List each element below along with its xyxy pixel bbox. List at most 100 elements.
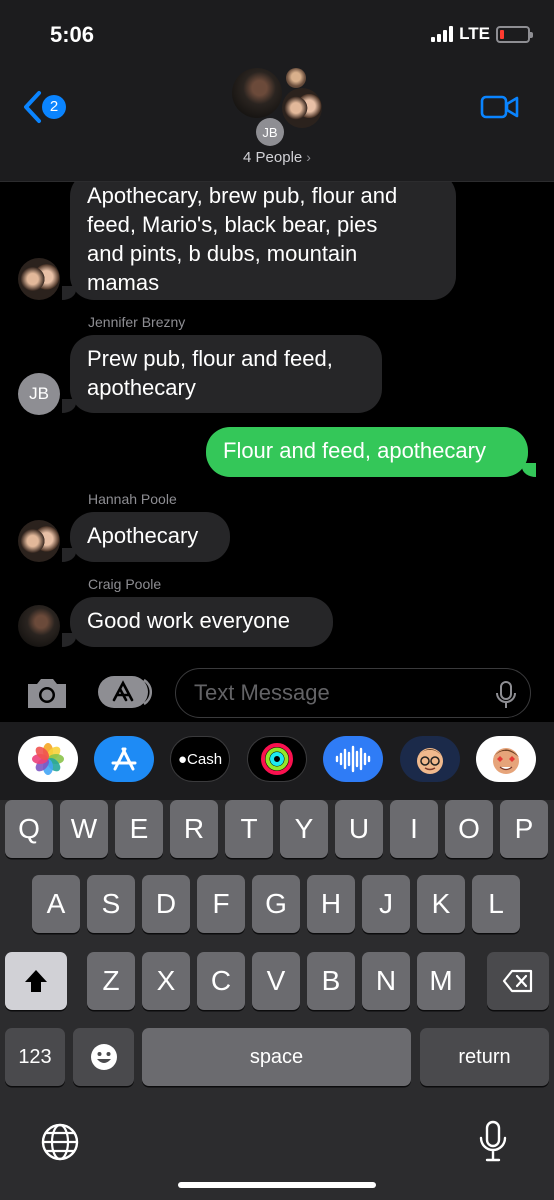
app-store-icon[interactable] xyxy=(94,736,154,782)
dictation-mic-icon[interactable] xyxy=(478,1120,508,1169)
emoji-key[interactable] xyxy=(73,1028,134,1086)
bubble-tail xyxy=(62,286,76,300)
message-line: feed, Mario's, black bear, pies xyxy=(87,212,378,237)
network-type: LTE xyxy=(459,24,490,43)
message-line: Flour and feed, apothecary xyxy=(223,438,486,463)
memoji-stickers-icon[interactable] xyxy=(476,736,536,782)
backspace-icon xyxy=(502,969,533,993)
key-o[interactable]: O xyxy=(445,800,493,858)
key-n[interactable]: N xyxy=(362,952,410,1010)
key-w[interactable]: W xyxy=(60,800,108,858)
avatar[interactable] xyxy=(18,605,60,647)
key-j[interactable]: J xyxy=(362,875,410,933)
key-k[interactable]: K xyxy=(417,875,465,933)
avatar xyxy=(282,88,322,128)
avatar-initials[interactable]: JB xyxy=(18,373,60,415)
avatar-initials: JB xyxy=(256,118,284,146)
home-indicator[interactable] xyxy=(178,1182,376,1188)
conversation-header: 5:06 LTE 2 JB 4 People › xyxy=(0,0,554,182)
shift-key[interactable] xyxy=(5,952,67,1010)
key-f[interactable]: F xyxy=(197,875,245,933)
key-a[interactable]: A xyxy=(32,875,80,933)
apple-cash-label: Cash xyxy=(187,750,223,768)
key-v[interactable]: V xyxy=(252,952,300,1010)
key-q[interactable]: Q xyxy=(5,800,53,858)
bubble-tail xyxy=(62,399,76,413)
battery-icon xyxy=(496,25,533,43)
key-u[interactable]: U xyxy=(335,800,383,858)
photos-icon[interactable] xyxy=(18,736,78,782)
key-e[interactable]: E xyxy=(115,800,163,858)
bubble-tail xyxy=(522,463,536,477)
avatar xyxy=(232,68,282,118)
avatar[interactable] xyxy=(18,258,60,300)
sender-name: Hannah Poole xyxy=(88,491,177,507)
key-b[interactable]: B xyxy=(307,952,355,1010)
key-c[interactable]: C xyxy=(197,952,245,1010)
globe-icon[interactable] xyxy=(40,1122,80,1167)
return-key[interactable]: return xyxy=(420,1028,549,1086)
activity-icon[interactable] xyxy=(247,736,307,782)
key-s[interactable]: S xyxy=(87,875,135,933)
delete-key[interactable] xyxy=(487,952,549,1010)
group-title: 4 People xyxy=(243,149,303,166)
key-h[interactable]: H xyxy=(307,875,355,933)
battery-level xyxy=(500,29,504,39)
message-bubble[interactable]: Apothecary xyxy=(70,512,230,562)
camera-icon xyxy=(28,679,66,708)
key-y[interactable]: Y xyxy=(280,800,328,858)
key-m[interactable]: M xyxy=(417,952,465,1010)
cellular-signal-icon xyxy=(431,26,454,42)
key-g[interactable]: G xyxy=(252,875,300,933)
camera-button[interactable] xyxy=(24,676,70,715)
numbers-key[interactable]: 123 xyxy=(5,1028,65,1086)
message-line: Apothecary xyxy=(87,523,199,548)
message-bubble[interactable]: Good work everyone xyxy=(70,597,333,647)
back-button[interactable]: 2 xyxy=(22,90,66,124)
space-key[interactable]: space xyxy=(142,1028,411,1086)
key-t[interactable]: T xyxy=(225,800,273,858)
message-bubble-outgoing[interactable]: Flour and feed, apothecary xyxy=(206,427,528,477)
chevron-right-icon: › xyxy=(306,149,311,165)
app-store-button[interactable] xyxy=(98,674,153,710)
key-z[interactable]: Z xyxy=(87,952,135,1010)
apple-cash-icon[interactable]: ●Cash xyxy=(170,736,230,782)
app-store-icon xyxy=(98,676,153,708)
message-line: Good work everyone xyxy=(87,608,290,633)
message-line: mamas xyxy=(87,270,160,295)
memoji-icon[interactable] xyxy=(400,736,460,782)
shift-arrow-icon xyxy=(25,970,47,992)
message-input[interactable] xyxy=(194,669,494,716)
unread-badge: 2 xyxy=(42,95,66,119)
message-bubble[interactable]: Apothecary, brew pub, flour and feed, Ma… xyxy=(70,182,456,300)
message-line: and pints, b dubs, mountain xyxy=(87,241,358,266)
message-bubble[interactable]: Prew pub, flour and feed, apothecary xyxy=(70,335,382,413)
chevron-left-icon xyxy=(24,91,41,123)
compose-bar xyxy=(0,662,554,722)
key-i[interactable]: I xyxy=(390,800,438,858)
audio-message-icon[interactable] xyxy=(323,736,383,782)
video-camera-icon xyxy=(480,95,519,119)
keyboard: QWERTYUIOP ASDFGHJKL ZXCVBNM 123 space r… xyxy=(0,800,554,1200)
message-line: Apothecary, brew pub, flour and xyxy=(87,183,398,208)
message-input-field[interactable] xyxy=(175,668,531,718)
sender-name: Craig Poole xyxy=(88,576,162,592)
message-line: Prew pub, flour and feed, xyxy=(87,346,333,371)
key-l[interactable]: L xyxy=(472,875,520,933)
key-d[interactable]: D xyxy=(142,875,190,933)
status-indicators: LTE xyxy=(431,24,533,44)
sender-name: Jennifer Brezny xyxy=(88,314,186,330)
message-list[interactable]: Apothecary, brew pub, flour and feed, Ma… xyxy=(0,182,554,662)
group-title-button[interactable]: 4 People › xyxy=(0,149,554,166)
key-r[interactable]: R xyxy=(170,800,218,858)
dictation-icon[interactable] xyxy=(496,681,516,709)
avatar xyxy=(286,68,306,88)
group-avatar-cluster[interactable]: JB xyxy=(230,66,330,150)
status-time: 5:06 xyxy=(50,22,95,47)
key-p[interactable]: P xyxy=(500,800,548,858)
facetime-video-button[interactable] xyxy=(480,94,520,125)
key-x[interactable]: X xyxy=(142,952,190,1010)
avatar[interactable] xyxy=(18,520,60,562)
emoji-icon xyxy=(90,1044,117,1070)
message-line: apothecary xyxy=(87,375,196,400)
